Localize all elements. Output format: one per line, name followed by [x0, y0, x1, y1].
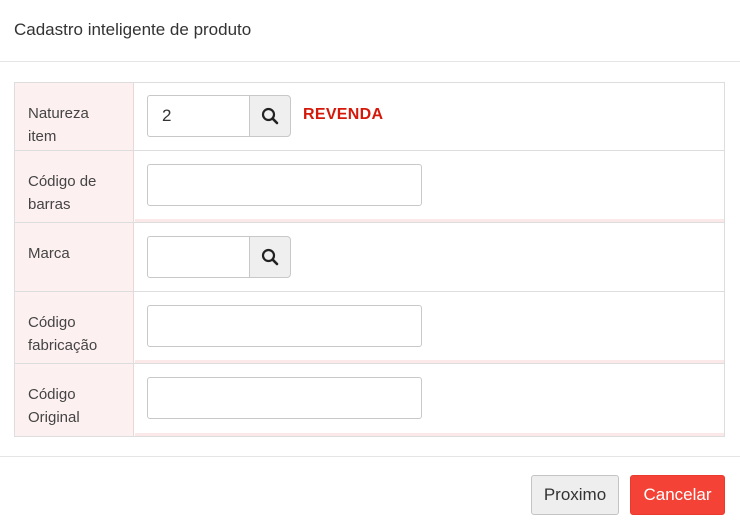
next-button[interactable]: Proximo	[531, 475, 619, 515]
natureza-search-button[interactable]	[249, 95, 291, 137]
codigo-original-label-line1: Código	[28, 386, 76, 403]
natureza-label: Natureza item	[15, 83, 134, 150]
modal-header: Cadastro inteligente de produto	[0, 0, 740, 62]
natureza-description: REVENDA	[303, 106, 384, 123]
codigo-barras-label: Código de barras	[15, 151, 134, 222]
cancel-button[interactable]: Cancelar	[630, 475, 725, 515]
modal-footer: Proximo Cancelar	[0, 456, 740, 530]
natureza-row: Natureza item REVENDA	[15, 83, 724, 151]
codigo-original-input[interactable]	[147, 377, 422, 419]
codigo-barras-label-line2: barras	[28, 196, 71, 213]
codigo-original-label-line2: Original	[28, 409, 80, 426]
natureza-label-text: Natureza item	[28, 105, 89, 145]
row-divider-tint	[135, 360, 724, 363]
codigo-fabricacao-label: Código fabricação	[15, 292, 134, 363]
codigo-barras-row: Código de barras	[15, 151, 724, 223]
marca-input[interactable]	[147, 236, 250, 278]
marca-row: Marca	[15, 223, 724, 292]
search-icon	[261, 248, 279, 266]
codigo-fabricacao-row: Código fabricação	[15, 292, 724, 364]
row-divider-tint	[135, 219, 724, 222]
codigo-barras-label-line1: Código de	[28, 173, 97, 190]
codigo-fabricacao-label-line1: Código	[28, 314, 76, 331]
codigo-original-row: Código Original	[15, 364, 724, 436]
marca-label-text: Marca	[28, 245, 70, 262]
modal-title: Cadastro inteligente de produto	[14, 20, 252, 39]
search-icon	[261, 107, 279, 125]
product-form: Natureza item REVENDA Código de barras M…	[14, 82, 725, 437]
codigo-original-label: Código Original	[15, 364, 134, 436]
codigo-barras-input[interactable]	[147, 164, 422, 206]
codigo-fabricacao-input[interactable]	[147, 305, 422, 347]
marca-search-button[interactable]	[249, 236, 291, 278]
codigo-fabricacao-label-line2: fabricação	[28, 337, 98, 354]
marca-label: Marca	[15, 223, 134, 291]
natureza-input[interactable]	[147, 95, 250, 137]
row-divider-tint	[135, 433, 724, 436]
